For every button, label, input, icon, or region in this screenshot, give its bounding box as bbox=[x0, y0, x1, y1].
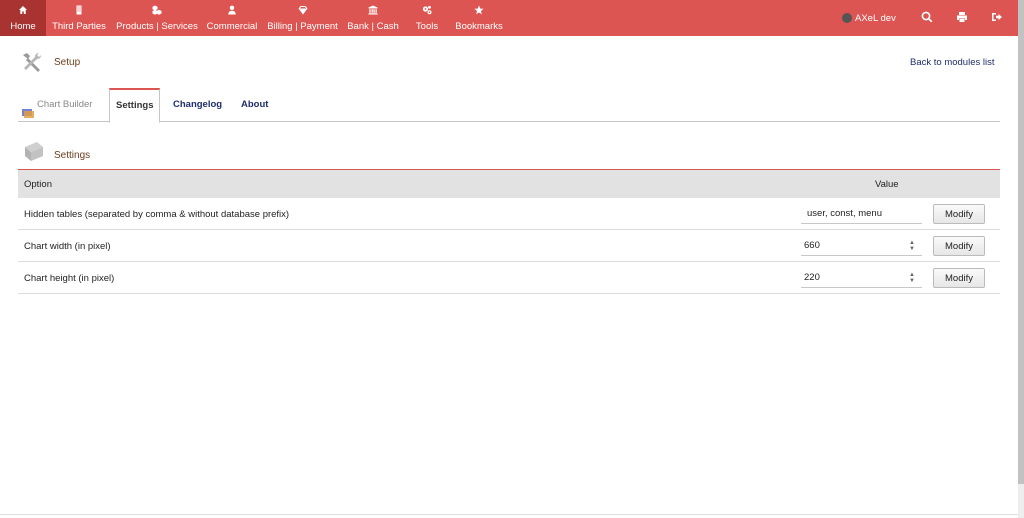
chart-width-spinner[interactable]: ▲ ▼ bbox=[908, 240, 916, 254]
logout-button[interactable] bbox=[991, 0, 1003, 36]
page-title: Setup bbox=[54, 57, 81, 68]
diamond-icon bbox=[265, 5, 340, 17]
modify-button[interactable]: Modify bbox=[933, 268, 985, 288]
modify-button[interactable]: Modify bbox=[933, 204, 985, 224]
tab-changelog[interactable]: Changelog bbox=[173, 88, 222, 122]
scrollbar-thumb[interactable] bbox=[1018, 0, 1024, 484]
top-menu-bar: Home Third Parties Products | Services C… bbox=[0, 0, 1018, 36]
search-button[interactable] bbox=[921, 0, 933, 36]
settings-table: Option Value Hidden tables (separated by… bbox=[18, 169, 1000, 294]
table-row: Chart width (in pixel) ▲▼ Modify bbox=[18, 230, 1000, 262]
chart-height-spinner[interactable]: ▲ ▼ bbox=[908, 272, 916, 286]
user-name: AXeL dev bbox=[855, 12, 896, 24]
building-icon bbox=[49, 5, 109, 17]
cubes-icon bbox=[114, 5, 200, 17]
chart-height-input[interactable] bbox=[801, 268, 922, 288]
hidden-tables-input[interactable] bbox=[801, 204, 922, 224]
column-header-value: Value bbox=[875, 179, 899, 190]
menu-bank-cash[interactable]: Bank | Cash bbox=[345, 0, 401, 36]
tab-bar: Chart Builder Settings Changelog About bbox=[18, 88, 1000, 123]
logout-icon bbox=[991, 11, 1003, 26]
menu-products-services[interactable]: Products | Services bbox=[114, 0, 200, 36]
setting-label: Chart height (in pixel) bbox=[24, 273, 115, 284]
search-icon bbox=[921, 11, 933, 26]
modify-button[interactable]: Modify bbox=[933, 236, 985, 256]
setting-label: Chart width (in pixel) bbox=[24, 241, 111, 252]
back-to-modules-link[interactable]: Back to modules list bbox=[910, 57, 994, 68]
table-row: Hidden tables (separated by comma & with… bbox=[18, 198, 1000, 230]
menu-tools[interactable]: Tools bbox=[406, 0, 448, 36]
user-menu[interactable]: AXeL dev bbox=[842, 0, 896, 36]
menu-billing-payment[interactable]: Billing | Payment bbox=[265, 0, 340, 36]
settings-section-icon bbox=[22, 139, 46, 163]
tab-about[interactable]: About bbox=[241, 88, 268, 122]
menu-commercial[interactable]: Commercial bbox=[205, 0, 259, 36]
column-header-option: Option bbox=[24, 179, 52, 190]
bank-icon bbox=[345, 5, 401, 17]
page-scrollbar[interactable] bbox=[1018, 0, 1024, 518]
footer-divider bbox=[0, 514, 1018, 515]
user-tie-icon bbox=[205, 5, 259, 17]
home-icon bbox=[0, 5, 46, 17]
chart-icon bbox=[22, 99, 34, 119]
tab-chart-builder[interactable]: Chart Builder bbox=[22, 88, 92, 122]
print-icon bbox=[956, 11, 968, 26]
avatar bbox=[842, 13, 852, 23]
table-row: Chart height (in pixel) ▲▼ Modify bbox=[18, 262, 1000, 294]
star-icon bbox=[453, 5, 505, 17]
menu-bookmarks[interactable]: Bookmarks bbox=[453, 0, 505, 36]
tools-icon bbox=[20, 50, 44, 74]
cogs-icon bbox=[406, 5, 448, 17]
tab-settings[interactable]: Settings bbox=[109, 88, 161, 123]
menu-third-parties[interactable]: Third Parties bbox=[49, 0, 109, 36]
menu-home[interactable]: Home bbox=[0, 0, 46, 36]
print-button[interactable] bbox=[956, 0, 968, 36]
section-title: Settings bbox=[54, 150, 91, 161]
setting-label: Hidden tables (separated by comma & with… bbox=[24, 209, 290, 220]
table-header: Option Value bbox=[18, 170, 1000, 198]
chart-width-input[interactable] bbox=[801, 236, 922, 256]
